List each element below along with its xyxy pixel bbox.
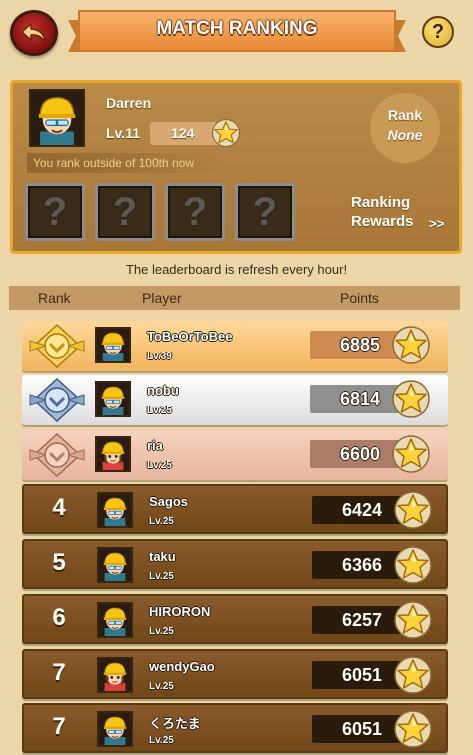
leaderboard-row[interactable]: 6 HIRORON Lv.25 6257: [22, 594, 448, 644]
player-name: ToBeOrToBee: [147, 329, 233, 344]
refresh-notice: The leaderboard is refresh every hour!: [125, 262, 348, 277]
leaderboard-row[interactable]: ria Lv.25 6600: [22, 430, 448, 480]
title-ribbon: MATCH RANKING: [68, 10, 406, 52]
rank-badge: Rank None: [370, 93, 440, 163]
help-button[interactable]: ?: [422, 16, 454, 48]
avatar: [97, 602, 133, 638]
boy-avatar-icon: [31, 91, 83, 145]
leaderboard-row[interactable]: 7 wendyGao Lv.25 6051: [22, 649, 448, 699]
player-panel: Darren Lv.11 124 You rank outside of 100…: [10, 80, 462, 254]
question-mark-icon: ?: [42, 189, 68, 234]
rank-number: 7: [52, 713, 66, 740]
avatar: [97, 657, 133, 693]
boy-avatar-icon: [99, 549, 131, 581]
avatar: [95, 327, 131, 363]
table-header: Rank Player Points: [9, 286, 460, 310]
header-bar: MATCH RANKING ?: [0, 0, 473, 70]
player-name: nobu: [147, 383, 179, 398]
player-name: HIRORON: [149, 604, 211, 619]
player-level: Lv.25: [147, 460, 172, 471]
star-icon: [390, 434, 432, 474]
reward-slot[interactable]: ?: [25, 183, 85, 241]
star-icon: [390, 379, 432, 419]
leaderboard-row[interactable]: 5 taku Lv.25 6366: [22, 539, 448, 589]
player-name: Darren: [106, 95, 152, 111]
back-button[interactable]: [10, 10, 58, 56]
rank-number: 5: [52, 549, 66, 576]
player-name: くろたま: [149, 716, 201, 731]
bronze-medal-icon: [28, 432, 86, 478]
player-name: ria: [147, 438, 163, 453]
player-level: Lv.25: [149, 735, 174, 746]
rewards-label-line2: Rewards: [351, 213, 414, 230]
column-header-player: Player: [142, 290, 182, 306]
avatar: [97, 492, 133, 528]
player-level: Lv.25: [147, 405, 172, 416]
player-name: Sagos: [149, 494, 189, 509]
rank-value: None: [387, 127, 423, 143]
player-level: Lv.25: [149, 571, 174, 582]
leaderboard-row[interactable]: ToBeOrToBee Lv.39 6885: [22, 321, 448, 371]
leaderboard-row[interactable]: nobu Lv.25 6814: [22, 375, 448, 425]
rank-number: 4: [52, 494, 66, 521]
star-icon: [390, 325, 432, 365]
double-chevron-right-icon: >>: [429, 216, 445, 231]
question-mark-icon: ?: [252, 189, 278, 234]
leaderboard-row[interactable]: 7 くろたま Lv.25 6051: [22, 703, 448, 753]
leaderboard-row[interactable]: 4 Sagos Lv.25 6424: [22, 484, 448, 534]
star-icon: [392, 655, 434, 695]
page-title: MATCH RANKING: [156, 18, 318, 39]
player-level: Lv.25: [149, 681, 174, 692]
star-icon: [392, 709, 434, 749]
player-name: wendyGao: [149, 659, 215, 674]
avatar: [97, 711, 133, 747]
rank-label: Rank: [387, 107, 423, 123]
column-header-rank: Rank: [38, 290, 71, 306]
boy-avatar-icon: [97, 329, 129, 361]
question-mark-icon: ?: [182, 189, 208, 234]
silver-medal-icon: [28, 377, 86, 423]
avatar: [95, 436, 131, 472]
player-level: Lv.25: [149, 626, 174, 637]
reward-slot[interactable]: ?: [165, 183, 225, 241]
star-icon: [210, 118, 242, 148]
rewards-label-line1: Ranking: [351, 194, 411, 211]
avatar: [29, 89, 85, 147]
player-name: taku: [149, 549, 176, 564]
ranking-rewards-button[interactable]: Ranking Rewards >>: [351, 193, 461, 231]
rank-number: 6: [52, 604, 66, 631]
gold-medal-icon: [28, 323, 86, 369]
player-level: Lv.25: [149, 516, 174, 527]
boy-avatar-icon: [99, 604, 131, 636]
boy-avatar-icon: [99, 713, 131, 745]
player-level: Lv.39: [147, 351, 172, 362]
girl-avatar-icon: [97, 438, 129, 470]
reward-slot[interactable]: ?: [235, 183, 295, 241]
avatar: [95, 381, 131, 417]
rank-status-text: You rank outside of 100th now: [27, 153, 227, 173]
boy-avatar-icon: [97, 383, 129, 415]
girl-avatar-icon: [99, 659, 131, 691]
rank-number: 7: [52, 659, 66, 686]
avatar: [97, 547, 133, 583]
back-arrow-icon: [21, 23, 46, 43]
star-icon: [392, 490, 434, 530]
star-icon: [392, 545, 434, 585]
column-header-points: Points: [340, 290, 379, 306]
question-mark-icon: ?: [112, 189, 138, 234]
player-level: Lv.11: [106, 125, 140, 141]
reward-slot[interactable]: ?: [95, 183, 155, 241]
star-icon: [392, 600, 434, 640]
boy-avatar-icon: [99, 494, 131, 526]
